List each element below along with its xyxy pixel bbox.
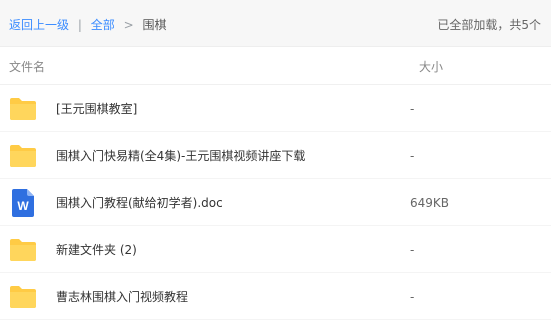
breadcrumb: 返回上一级 | 全部 > 围棋 [9,17,166,33]
file-size: - [410,243,415,257]
file-size: - [410,102,415,116]
file-size: - [410,290,415,304]
file-row[interactable]: [王元围棋教室] - [0,85,551,132]
breadcrumb-arrow: > [123,18,134,32]
file-size: - [410,149,415,163]
current-folder: 围棋 [142,18,167,32]
file-size: 649KB [410,196,450,210]
file-list: [王元围棋教室] - 围棋入门快易精(全4集)-王元围棋视频讲座下载 - W 围… [0,85,551,320]
word-doc-icon: W [12,189,34,217]
column-header-size[interactable]: 大小 [419,60,443,74]
file-row[interactable]: 围棋入门快易精(全4集)-王元围棋视频讲座下载 - [0,132,551,179]
breadcrumb-divider: | [77,18,82,32]
file-row[interactable]: W 围棋入门教程(献给初学者).doc 649KB [0,179,551,226]
folder-icon [10,145,36,167]
file-row[interactable]: 新建文件夹 (2) - [0,226,551,273]
word-letter: W [17,199,29,213]
file-name[interactable]: 围棋入门快易精(全4集)-王元围棋视频讲座下载 [56,148,305,164]
column-header-name[interactable]: 文件名 [9,60,45,74]
file-name[interactable]: 新建文件夹 (2) [56,242,137,258]
folder-icon [10,286,36,308]
back-link[interactable]: 返回上一级 [9,18,69,32]
folder-icon [10,98,36,120]
file-name[interactable]: [王元围棋教室] [56,101,137,117]
folder-icon [10,239,36,261]
file-list-header: 文件名 大小 [0,47,551,85]
load-status: 已全部加载，共5个 [437,18,541,32]
file-row[interactable]: 曹志林围棋入门视频教程 - [0,273,551,320]
file-name[interactable]: 曹志林围棋入门视频教程 [56,289,188,305]
breadcrumb-bar: 返回上一级 | 全部 > 围棋 已全部加载，共5个 [0,0,551,47]
file-name[interactable]: 围棋入门教程(献给初学者).doc [56,195,223,211]
all-files-link[interactable]: 全部 [91,18,115,32]
